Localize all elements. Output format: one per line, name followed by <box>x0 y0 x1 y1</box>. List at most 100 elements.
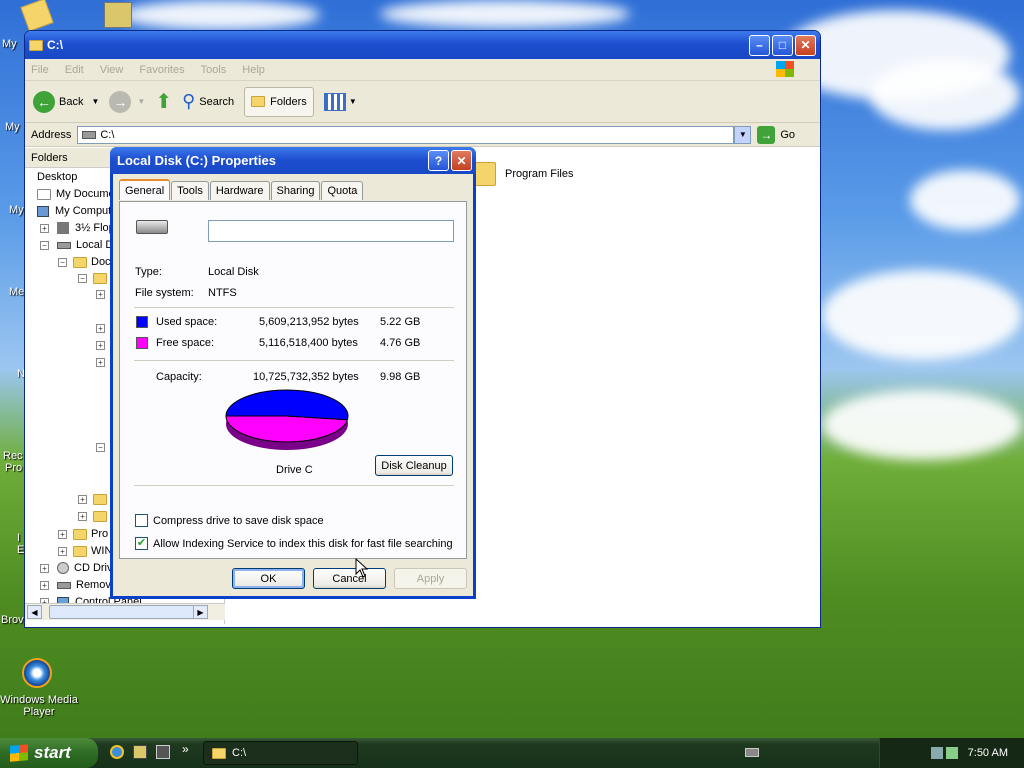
tree-expander[interactable]: + <box>96 290 105 299</box>
expand-icon[interactable]: + <box>78 512 87 521</box>
tree-item-local-disk[interactable]: − Local Di <box>40 239 116 251</box>
desktop-icon-label[interactable]: I <box>17 532 20 544</box>
expand-icon[interactable]: + <box>40 580 49 590</box>
tree-item-floppy[interactable]: +3½ Flop <box>40 222 115 234</box>
collapse-icon[interactable]: − <box>78 274 87 283</box>
tree-item-my-documents[interactable]: My Docume <box>37 188 115 200</box>
minimize-button[interactable]: – <box>749 34 770 56</box>
tree-expander[interactable]: + <box>96 324 105 333</box>
tree-item-removable[interactable]: + Remova <box>40 579 117 591</box>
menu-help[interactable]: Help <box>242 64 265 76</box>
compress-checkbox[interactable] <box>135 514 148 527</box>
tree-item-cd-drive[interactable]: + CD Driv <box>40 562 113 574</box>
tree-expander[interactable]: + <box>96 341 105 350</box>
tree-item-subfolder[interactable]: − <box>78 273 107 284</box>
help-button[interactable]: ? <box>428 150 449 171</box>
desktop-icon-app[interactable] <box>104 2 132 28</box>
menu-edit[interactable]: Edit <box>65 64 84 76</box>
desktop-icon-label[interactable]: Rec <box>3 450 23 462</box>
desktop-icon-label[interactable]: My <box>9 204 24 216</box>
horizontal-scrollbar[interactable]: ◀ ▶ <box>25 603 225 620</box>
up-button[interactable]: ⬆ <box>155 89 172 114</box>
tab-sharing[interactable]: Sharing <box>270 181 321 200</box>
close-button[interactable]: ✕ <box>795 34 816 56</box>
explorer-titlebar[interactable]: C:\ – □ ✕ <box>25 31 820 59</box>
collapse-icon[interactable]: − <box>96 443 105 452</box>
apply-button[interactable]: Apply <box>394 568 467 589</box>
tree-item-my-computer[interactable]: My Comput <box>37 205 111 217</box>
desktop-icon-label[interactable]: Pro <box>5 462 22 474</box>
tab-tools[interactable]: Tools <box>171 181 209 200</box>
back-button[interactable]: ← Back ▼ <box>33 90 99 113</box>
dialog-titlebar[interactable]: Local Disk (C:) Properties ? ✕ <box>110 147 476 174</box>
quicklaunch-more[interactable]: » <box>182 742 189 756</box>
search-button[interactable]: ⚲ Search <box>182 91 234 112</box>
tree-item-subfolder[interactable]: + <box>78 494 107 505</box>
volume-name-input[interactable] <box>208 220 454 242</box>
go-arrow-icon[interactable]: → <box>757 125 776 144</box>
views-button[interactable]: ▼ <box>323 92 357 111</box>
desktop-icon-folder[interactable] <box>20 0 54 32</box>
tree-expander[interactable]: − <box>96 443 105 452</box>
ok-button[interactable]: OK <box>232 568 305 589</box>
internet-explorer-icon[interactable] <box>110 745 124 759</box>
address-input[interactable]: C:\ <box>77 125 735 144</box>
desktop-icon-label[interactable]: My <box>2 38 17 50</box>
volume-icon[interactable] <box>945 747 958 759</box>
tree-item-subfolder[interactable]: + <box>78 511 107 522</box>
network-icon[interactable] <box>930 747 943 759</box>
desktop-icon-label[interactable]: My <box>5 121 20 133</box>
tree-item-desktop[interactable]: Desktop <box>37 171 77 183</box>
menu-view[interactable]: View <box>100 64 124 76</box>
expand-icon[interactable]: + <box>96 358 105 367</box>
clock[interactable]: 7:50 AM <box>968 747 1008 759</box>
menu-file[interactable]: File <box>31 64 49 76</box>
chevron-down-icon[interactable]: ▼ <box>137 97 145 106</box>
menu-tools[interactable]: Tools <box>201 64 227 76</box>
content-folder-program-files[interactable]: Program Files <box>472 162 573 186</box>
expand-icon[interactable]: + <box>96 290 105 299</box>
expand-icon[interactable]: + <box>40 563 49 573</box>
media-player-quicklaunch-icon[interactable] <box>156 745 170 759</box>
show-desktop-icon[interactable] <box>133 745 147 759</box>
taskbar-item-explorer[interactable]: C:\ <box>203 741 358 765</box>
expand-icon[interactable]: + <box>58 546 67 556</box>
forward-button[interactable]: → ▼ <box>109 90 145 113</box>
chevron-down-icon[interactable]: ▼ <box>91 97 99 106</box>
disk-cleanup-button[interactable]: Disk Cleanup <box>375 455 453 476</box>
tree-item-program-files[interactable]: + Pro <box>58 528 108 540</box>
go-label[interactable]: Go <box>780 129 795 141</box>
tree-item-windows[interactable]: + WIN <box>58 545 112 557</box>
tree-item-documents[interactable]: − Doc <box>58 256 111 268</box>
folder-icon <box>93 494 107 505</box>
maximize-button[interactable]: □ <box>772 34 793 56</box>
keyboard-icon[interactable] <box>745 748 759 757</box>
collapse-icon[interactable]: − <box>40 240 49 250</box>
folder-icon <box>93 273 107 284</box>
chevron-down-icon[interactable]: ▼ <box>349 97 357 106</box>
media-player-icon[interactable] <box>22 658 52 688</box>
start-button[interactable]: start <box>0 738 98 768</box>
expand-icon[interactable]: + <box>96 341 105 350</box>
indexing-checkbox[interactable]: ✔ <box>135 537 148 550</box>
scroll-left-icon[interactable]: ◀ <box>27 605 42 619</box>
folders-button[interactable]: Folders <box>244 86 314 117</box>
media-player-label[interactable]: Windows Media Player <box>0 694 78 718</box>
expand-icon[interactable]: + <box>96 324 105 333</box>
tab-general[interactable]: General <box>119 179 171 200</box>
expand-icon[interactable]: + <box>40 223 49 233</box>
desktop-icon-label[interactable]: Brov <box>1 614 24 626</box>
tab-quota[interactable]: Quota <box>321 181 364 200</box>
scroll-thumb[interactable] <box>49 605 199 619</box>
scroll-right-icon[interactable]: ▶ <box>193 605 208 619</box>
expand-icon[interactable]: + <box>78 495 87 504</box>
cancel-button[interactable]: Cancel <box>313 568 386 589</box>
menu-favorites[interactable]: Favorites <box>139 64 184 76</box>
tree-expander[interactable]: + <box>96 358 105 367</box>
address-dropdown[interactable]: ▼ <box>734 125 752 144</box>
expand-icon[interactable]: + <box>58 529 67 539</box>
desktop-icon-label[interactable]: Me <box>9 286 24 298</box>
collapse-icon[interactable]: − <box>58 257 67 267</box>
dialog-close-button[interactable]: ✕ <box>451 150 472 171</box>
tab-hardware[interactable]: Hardware <box>209 181 270 200</box>
